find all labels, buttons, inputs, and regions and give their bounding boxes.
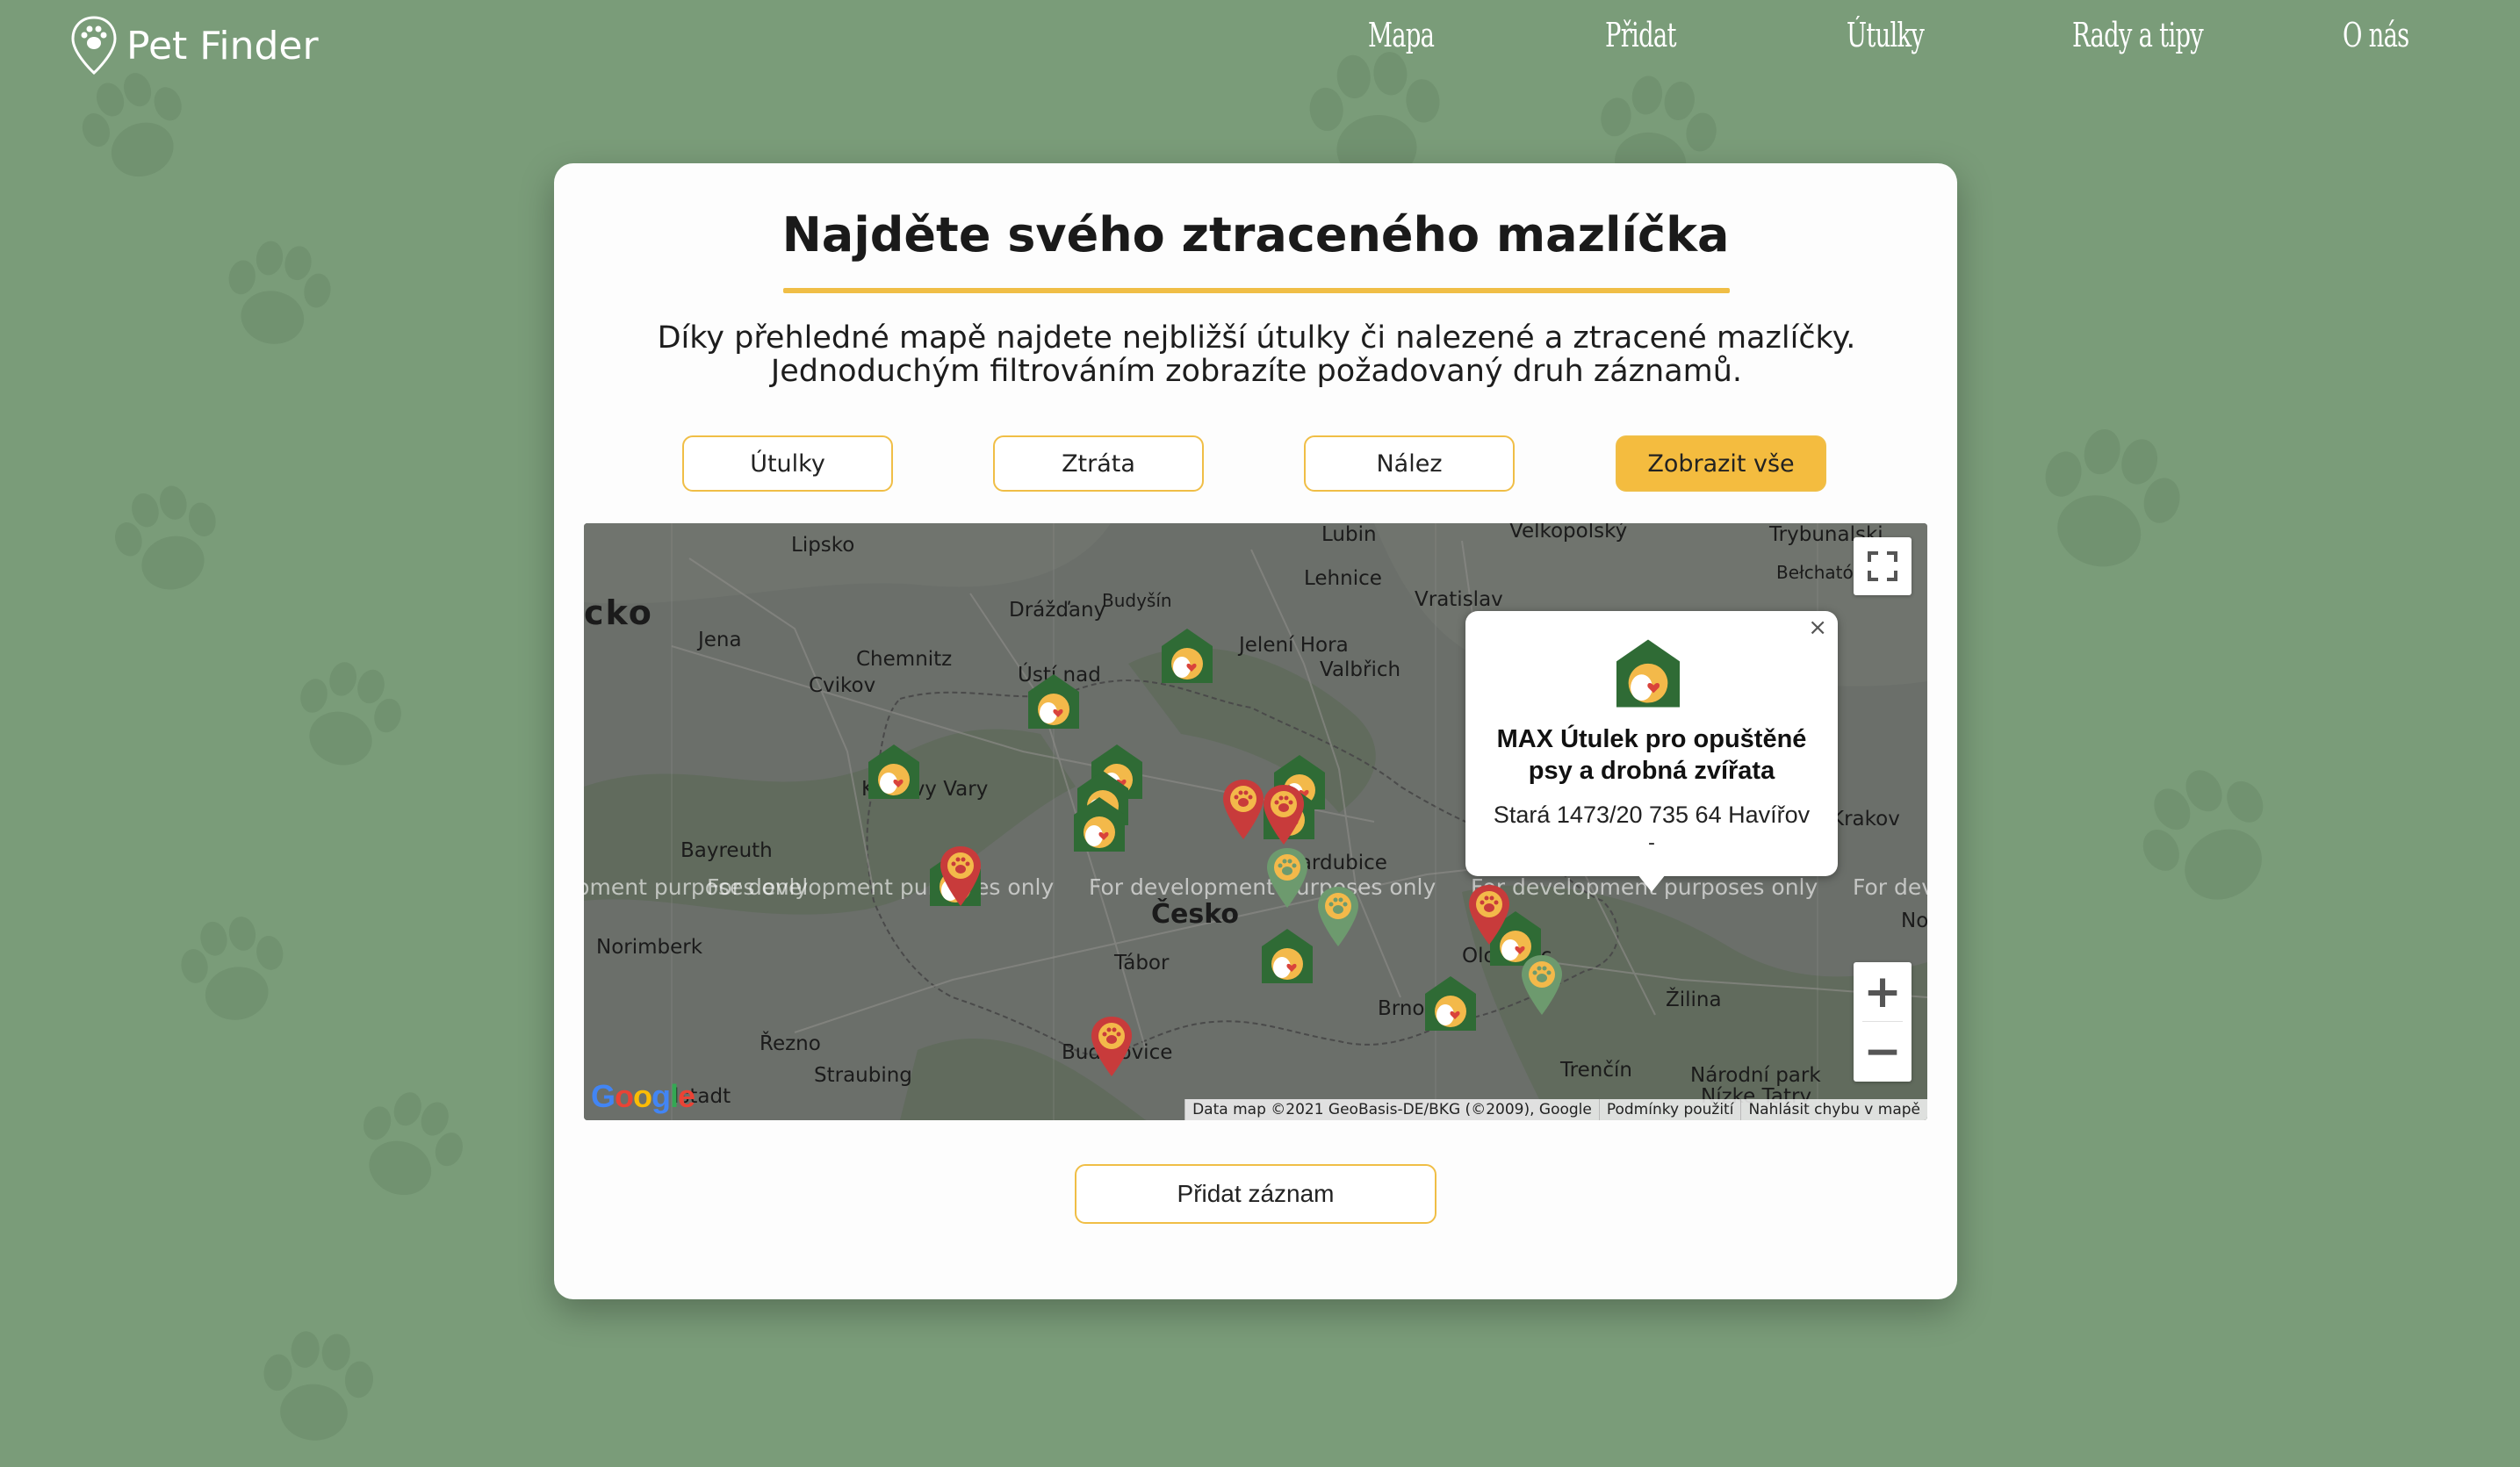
paw-decoration-icon xyxy=(200,218,353,370)
map-data-attribution: Data map ©2021 GeoBasis-DE/BKG (©2009), … xyxy=(1184,1099,1599,1120)
lost-pet-pin-icon[interactable] xyxy=(939,845,983,908)
map-label: Žilina xyxy=(1666,989,1722,1011)
description-line: Díky přehledné mapě najdete nejbližší út… xyxy=(657,320,1856,356)
zoom-control: + − xyxy=(1854,962,1912,1082)
found-pet-pin-icon[interactable] xyxy=(1316,885,1360,948)
nav-item-rady-a-tipy[interactable]: Rady a tipy xyxy=(2072,16,2204,54)
paw-decoration-icon xyxy=(86,459,248,621)
nav-item-pridat[interactable]: Přidat xyxy=(1605,16,1676,54)
map-watermark: For development purposes only xyxy=(707,874,1055,900)
map-label: cko xyxy=(584,593,653,632)
map-watermark: For development purposes only xyxy=(1853,874,1927,900)
map-label: Drážďany xyxy=(1009,599,1106,622)
filter-found-button[interactable]: Nález xyxy=(1304,435,1515,492)
map-label: Jelení Hora xyxy=(1239,634,1349,657)
map-label: Velkopolský xyxy=(1509,523,1628,543)
description-line: Jednoduchým filtrováním zobrazíte požado… xyxy=(770,354,1743,389)
map-label: Straubing xyxy=(814,1064,912,1087)
terms-link[interactable]: Podmínky použití xyxy=(1598,1099,1741,1120)
map-label: Tábor xyxy=(1114,952,1170,974)
shelter-marker-icon[interactable] xyxy=(1160,627,1214,685)
page-description: Díky přehledné mapě najdete nejbližší út… xyxy=(624,321,1889,388)
nav-item-utulky[interactable]: Útulky xyxy=(1847,16,1925,54)
map-label: Budyšín xyxy=(1102,590,1172,611)
map[interactable]: cko Lipsko Lubin Velkopolský Trybunalski… xyxy=(584,523,1927,1120)
map-label: Jena xyxy=(698,629,742,651)
map-card: Najděte svého ztraceného mazlíčka Díky p… xyxy=(554,163,1957,1299)
lost-pet-pin-icon[interactable] xyxy=(1467,883,1511,946)
title-underline xyxy=(783,288,1730,293)
paw-decoration-icon xyxy=(156,894,309,1046)
map-label: Norimberk xyxy=(596,936,703,959)
filter-lost-button[interactable]: Ztráta xyxy=(993,435,1204,492)
map-label: Česko xyxy=(1151,899,1239,930)
shelter-marker-icon[interactable] xyxy=(1423,974,1478,1032)
shelter-marker-icon[interactable] xyxy=(1260,927,1314,985)
map-label: Valbřich xyxy=(1320,658,1401,681)
fullscreen-icon xyxy=(1868,551,1897,581)
map-label: Trenčín xyxy=(1560,1059,1632,1082)
google-logo: Google xyxy=(591,1078,695,1114)
nav-item-o-nas[interactable]: O nás xyxy=(2343,16,2409,54)
info-window-extra: - xyxy=(1648,832,1655,854)
map-label: Lehnice xyxy=(1304,567,1382,590)
map-label: No xyxy=(1901,910,1927,932)
paw-decoration-icon xyxy=(240,1311,392,1463)
nav-item-mapa[interactable]: Mapa xyxy=(1368,16,1435,54)
map-label: Lubin xyxy=(1321,523,1377,546)
map-label: Lipsko xyxy=(791,534,855,557)
map-label: Krakov xyxy=(1831,808,1900,831)
page-title: Najděte svého ztraceného mazlíčka xyxy=(781,207,1730,262)
report-error-link[interactable]: Nahlásit chybu v mapě xyxy=(1740,1099,1927,1120)
info-window-title: MAX Útulek pro opuštěné psy a drobná zví… xyxy=(1496,725,1807,785)
map-label: Národní park xyxy=(1690,1064,1821,1087)
lost-pet-pin-icon[interactable] xyxy=(1221,778,1265,841)
info-window-address: Stará 1473/20 735 64 Havířov xyxy=(1493,802,1811,828)
shelter-icon xyxy=(1613,637,1683,709)
map-info-window: × MAX Útulek pro opuštěné psy a drobná z… xyxy=(1465,611,1838,892)
shelter-marker-icon[interactable] xyxy=(867,743,921,801)
lost-pet-pin-icon[interactable] xyxy=(1090,1015,1134,1078)
fullscreen-button[interactable] xyxy=(1854,537,1912,595)
lost-pet-pin-icon[interactable] xyxy=(1262,783,1306,846)
shelter-marker-icon[interactable] xyxy=(1026,672,1081,730)
map-label: Vratislav xyxy=(1415,588,1503,611)
paw-decoration-icon xyxy=(266,635,428,796)
filter-show-all-button[interactable]: Zobrazit vše xyxy=(1616,435,1826,492)
paw-decoration-icon xyxy=(2000,393,2215,608)
found-pet-pin-icon[interactable] xyxy=(1265,846,1309,910)
main-nav: Mapa Přidat Útulky Rady a tipy O nás xyxy=(0,16,2520,72)
shelter-marker-icon[interactable] xyxy=(1072,795,1127,853)
map-label: Chemnitz xyxy=(856,648,953,671)
paw-decoration-icon xyxy=(324,1061,493,1230)
map-attribution: Data map ©2021 GeoBasis-DE/BKG (©2009), … xyxy=(1184,1099,1927,1120)
found-pet-pin-icon[interactable] xyxy=(1520,953,1564,1017)
filter-shelters-button[interactable]: Útulky xyxy=(682,435,893,492)
map-watermark: For development purposes only xyxy=(1089,874,1436,900)
close-icon[interactable]: × xyxy=(1808,615,1827,641)
map-label: Řezno xyxy=(760,1032,821,1055)
zoom-out-button[interactable]: − xyxy=(1854,1022,1912,1082)
add-record-button[interactable]: Přidat záznam xyxy=(1075,1164,1436,1224)
zoom-divider xyxy=(1862,1021,1903,1022)
map-label: Cvikov xyxy=(809,674,876,697)
map-label: Bayreuth xyxy=(680,839,773,862)
paw-decoration-icon xyxy=(2094,724,2322,953)
zoom-in-button[interactable]: + xyxy=(1854,962,1912,1022)
map-label: Brno xyxy=(1378,997,1425,1020)
